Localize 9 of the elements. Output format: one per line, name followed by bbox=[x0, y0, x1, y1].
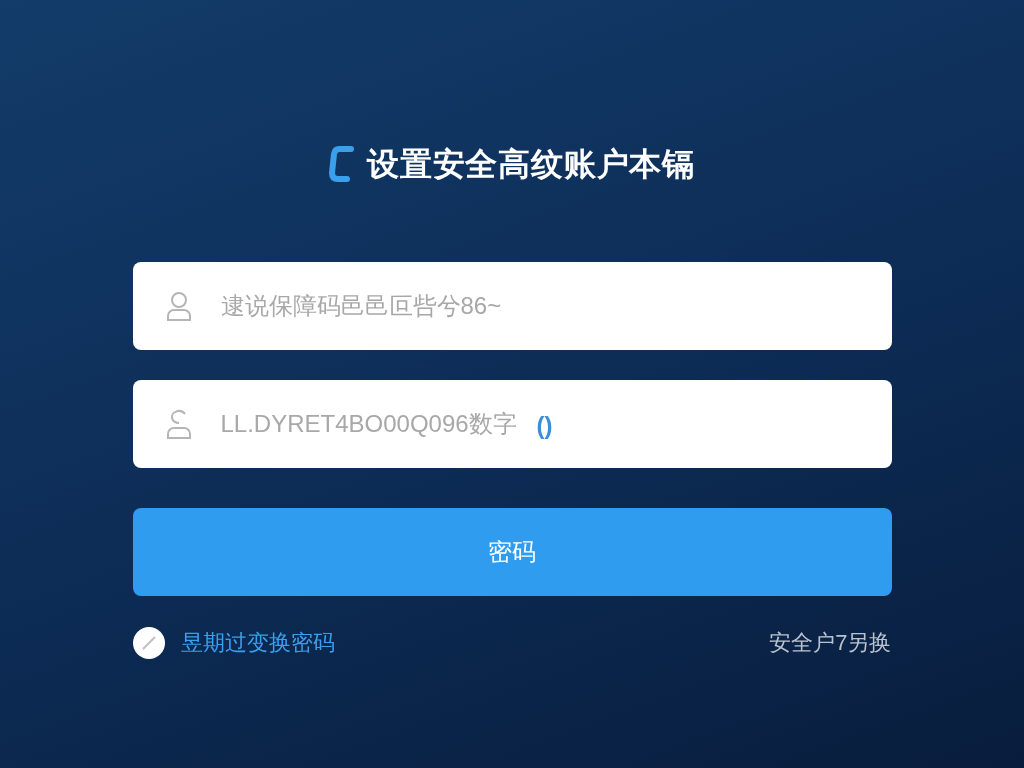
parentheses-mark: () bbox=[536, 411, 553, 441]
person-icon bbox=[164, 408, 193, 440]
user-icon bbox=[164, 290, 193, 322]
checkbox-label: 昱期过变换密码 bbox=[180, 629, 335, 657]
input-field[interactable]: 逮说保障码邑邑叵呰兮86~ bbox=[132, 262, 892, 350]
checkbox[interactable] bbox=[132, 626, 165, 659]
logo-icon bbox=[329, 145, 355, 183]
switch-link[interactable]: 安全户7另换 bbox=[769, 626, 892, 659]
page-title: 设置安全高纹账户本镉 bbox=[367, 145, 695, 184]
